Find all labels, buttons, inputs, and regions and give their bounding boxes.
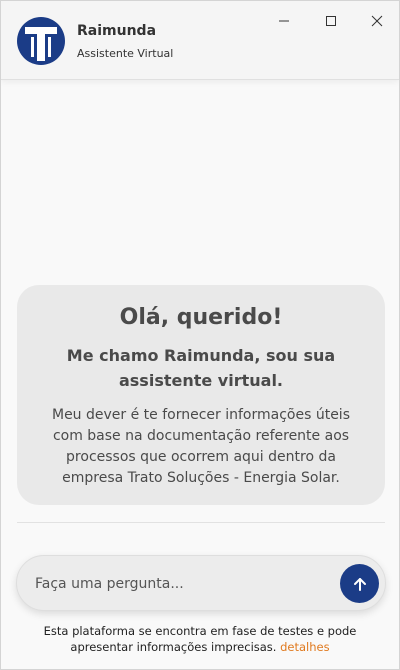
assistant-name: Raimunda	[77, 23, 157, 39]
disclaimer: Esta plataforma se encontra em fase de t…	[21, 623, 379, 655]
trato-logo-icon	[17, 17, 65, 65]
details-link[interactable]: detalhes	[280, 640, 329, 654]
minimize-icon	[279, 20, 289, 22]
maximize-button[interactable]	[316, 9, 346, 33]
welcome-subtitle: Me chamo Raimunda, sou sua assistente vi…	[66, 346, 336, 390]
arrow-up-icon	[353, 577, 366, 591]
welcome-body: Meu dever é te fornecer informações útei…	[51, 407, 350, 486]
divider	[17, 522, 385, 523]
welcome-title: Olá, querido!	[119, 305, 283, 330]
send-button[interactable]	[340, 564, 379, 603]
question-input[interactable]	[33, 570, 337, 598]
chat-window: Raimunda Assistente Virtual Olá, querido…	[0, 0, 400, 670]
title-bar: Raimunda Assistente Virtual	[1, 1, 399, 80]
close-button[interactable]	[362, 9, 392, 33]
close-icon	[371, 15, 383, 27]
message-composer	[16, 555, 386, 611]
welcome-card: Olá, querido! Me chamo Raimunda, sou sua…	[17, 285, 385, 505]
assistant-subtitle: Assistente Virtual	[77, 47, 174, 60]
maximize-icon	[326, 16, 336, 26]
minimize-button[interactable]	[269, 9, 299, 33]
